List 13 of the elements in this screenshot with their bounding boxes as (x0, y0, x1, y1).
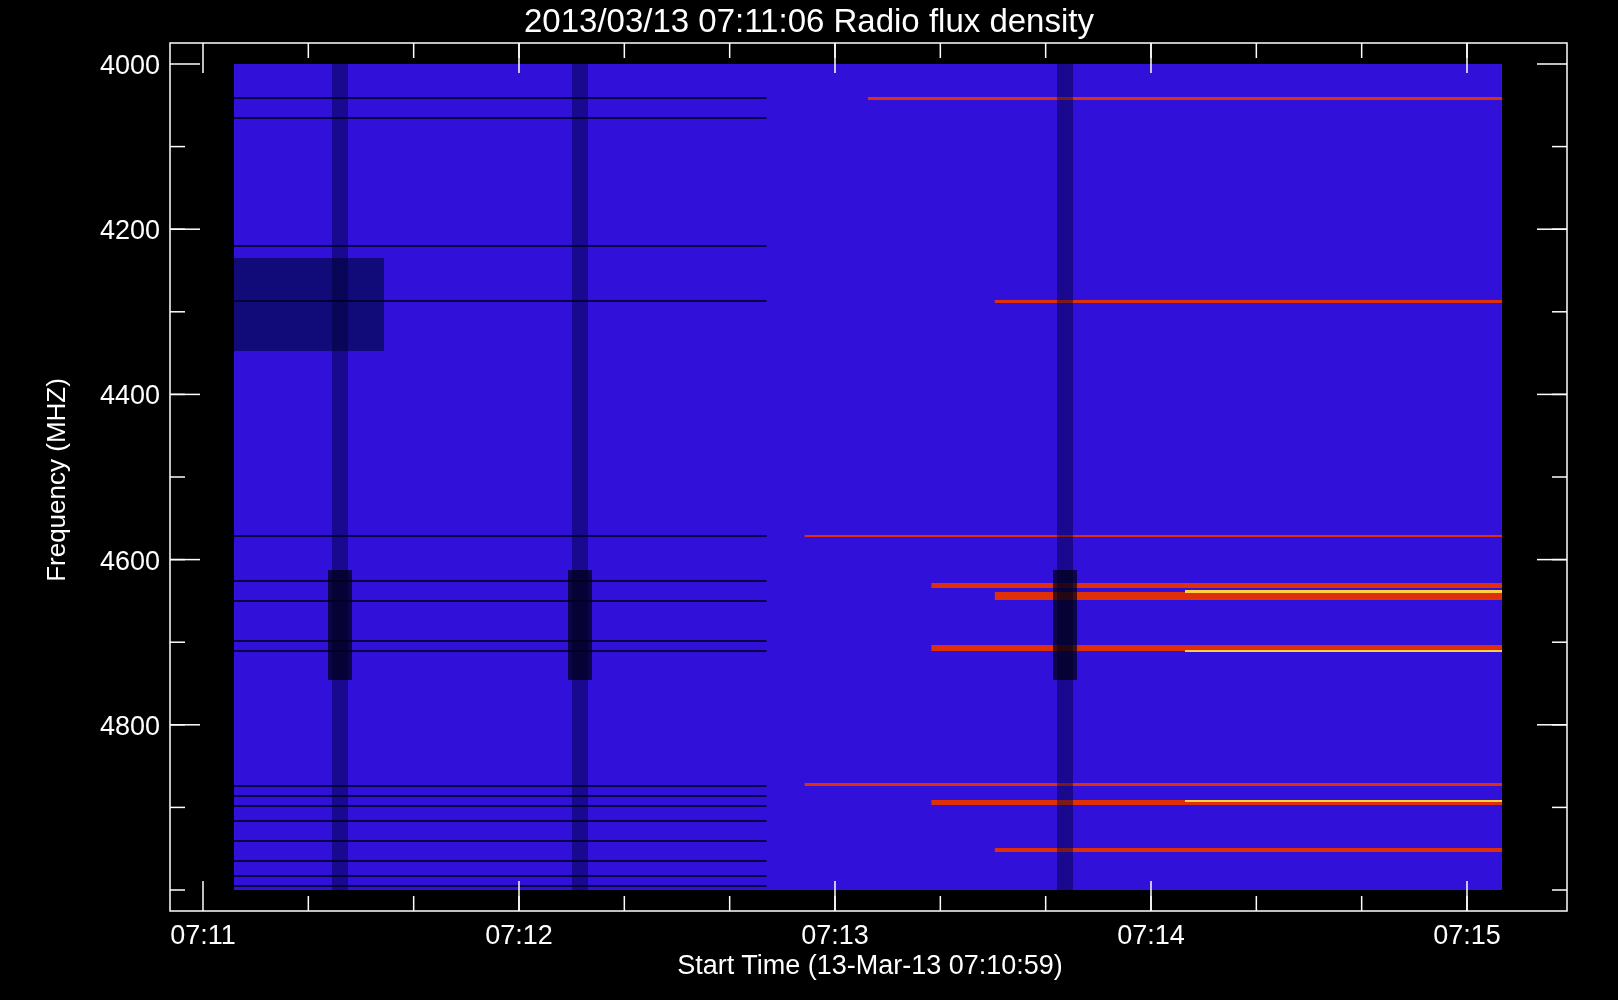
y-tick-label: 4200 (99, 215, 160, 246)
y-tick-label: 4400 (99, 380, 160, 411)
y-tick-label: 4600 (99, 545, 160, 576)
x-axis-label: Start Time (13-Mar-13 07:10:59) (677, 950, 1063, 980)
x-tick-label: 07:13 (801, 920, 869, 950)
y-axis-label: Frequency (MHZ) (41, 378, 71, 582)
y-tick-label: 4000 (99, 50, 160, 80)
x-tick-label: 07:15 (1433, 920, 1501, 950)
x-tick-label: 07:11 (170, 920, 236, 950)
x-tick-label: 07:12 (485, 920, 553, 950)
y-tick-label: 4800 (99, 710, 160, 741)
chart-title: 2013/03/13 07:11:06 Radio flux density (524, 2, 1094, 39)
x-tick-label: 07:14 (1117, 920, 1185, 950)
